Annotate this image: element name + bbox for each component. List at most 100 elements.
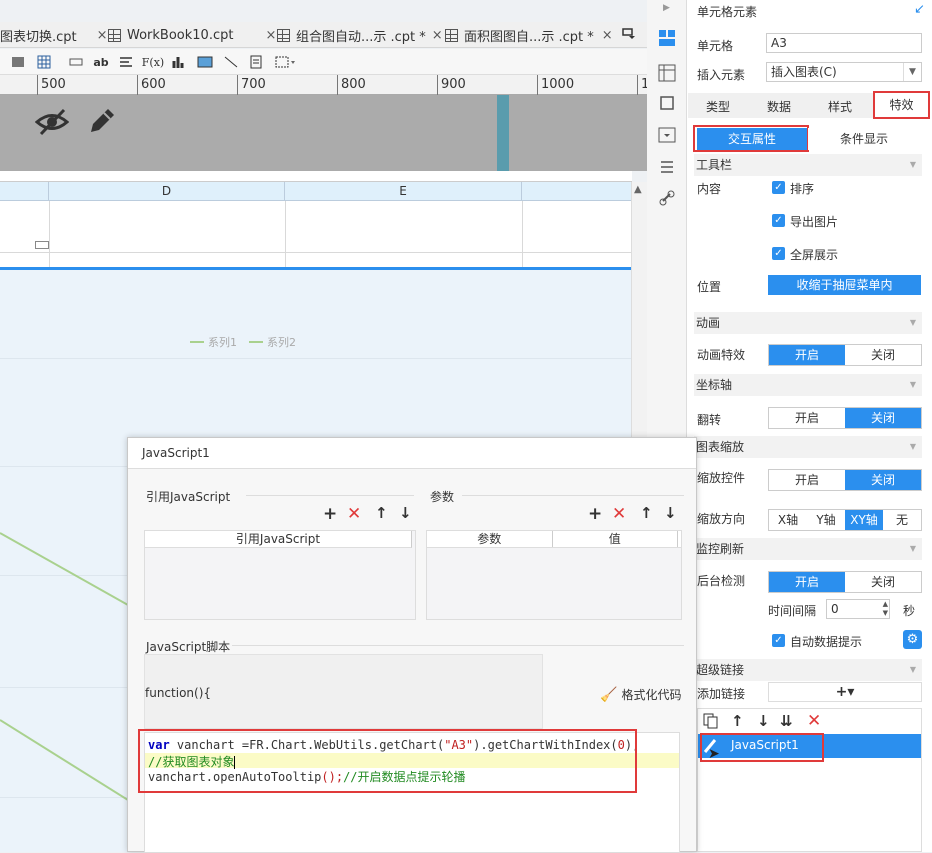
interval-field[interactable]: 0 ▲ ▼	[826, 599, 890, 619]
toggle-on[interactable]: 开启	[769, 470, 845, 490]
column-header-cell[interactable]	[522, 182, 632, 201]
move-up-icon[interactable]: ↑	[375, 504, 388, 522]
column-header-e[interactable]: E	[285, 182, 522, 201]
column-header: D E	[0, 182, 632, 201]
move-down-icon[interactable]: ↓	[757, 712, 770, 730]
copy-icon[interactable]	[703, 713, 719, 732]
add-link-button[interactable]: +▾	[768, 682, 922, 702]
doc-icon[interactable]	[249, 54, 263, 70]
link-icon[interactable]	[658, 189, 676, 210]
grid-line	[0, 252, 632, 253]
text-icon[interactable]: ab	[93, 54, 109, 70]
checkbox-fullscreen[interactable]: ✓	[772, 247, 785, 260]
formula-icon[interactable]: F(x)	[142, 54, 164, 70]
stepper-icon[interactable]: ▲ ▼	[883, 600, 888, 618]
delete-icon[interactable]: ✕	[807, 711, 821, 731]
close-icon[interactable]: ×	[602, 28, 613, 43]
section-hyperlink[interactable]: 超级链接 ▼	[694, 659, 922, 681]
section-label: 动画	[696, 316, 721, 330]
collapse-icon[interactable]: ▼	[910, 154, 916, 176]
insert-label: 插入元素	[697, 68, 746, 82]
section-axis[interactable]: 坐标轴 ▼	[694, 374, 922, 396]
add-icon[interactable]: +	[323, 504, 337, 524]
toggle-on[interactable]: 开启	[769, 572, 845, 592]
border-icon[interactable]	[10, 54, 26, 70]
align-icon[interactable]	[118, 54, 134, 70]
tab-workbook10[interactable]: WorkBook10.cpt ×	[108, 22, 276, 48]
checkbox-auto-tip[interactable]: ✓	[772, 634, 785, 647]
add-icon[interactable]: +	[588, 504, 602, 524]
tab-area-chart[interactable]: 面积图图自...示 .cpt * ×	[445, 22, 613, 48]
sort-icon[interactable]: ⇊	[780, 712, 793, 730]
grid-icon[interactable]	[36, 54, 52, 70]
javascript-dialog: JavaScript1 引用JavaScript 参数 + ✕ ↑ ↓ + ✕ …	[127, 437, 697, 853]
toggle-off[interactable]: 关闭	[845, 408, 921, 428]
format-code-button[interactable]: 🧹 格式化代码	[600, 686, 681, 703]
checkbox-label: 排序	[790, 182, 815, 196]
tab-menu-icon[interactable]	[622, 28, 636, 40]
toggle-off[interactable]: 关闭	[845, 345, 921, 365]
widget-icon[interactable]	[658, 126, 676, 147]
toggle-on[interactable]: 开启	[769, 345, 845, 365]
zoom-dir-xy[interactable]: XY轴	[845, 510, 883, 530]
tab-chart-switch[interactable]: 图表切换.cpt ×	[0, 22, 108, 48]
frame-dropdown-icon[interactable]	[274, 54, 298, 70]
tab-type[interactable]: 类型	[706, 98, 730, 115]
scroll-up-icon[interactable]: ▲	[634, 184, 642, 195]
close-icon[interactable]: ×	[265, 28, 276, 43]
textfield-icon[interactable]	[68, 54, 84, 70]
collapse-icon[interactable]: ▼	[910, 659, 916, 681]
column-header-cell[interactable]	[0, 182, 49, 201]
cell-attr-icon[interactable]	[658, 64, 676, 85]
close-icon[interactable]: ×	[97, 28, 108, 43]
collapse-icon[interactable]: ▼	[910, 538, 916, 560]
tab-data[interactable]: 数据	[767, 98, 791, 115]
frame-icon[interactable]	[658, 94, 676, 115]
collapse-icon[interactable]: ▼	[910, 374, 916, 396]
section-toolbar[interactable]: 工具栏 ▼	[694, 154, 922, 176]
pin-arrow-icon[interactable]: ↙	[914, 2, 925, 17]
section-monitor[interactable]: 监控刷新 ▼	[694, 538, 922, 560]
checkbox-sort[interactable]: ✓	[772, 181, 785, 194]
content-label: 内容	[697, 182, 722, 196]
collapse-arrow-icon[interactable]: ▶	[663, 3, 670, 13]
cell-field[interactable]: A3	[766, 33, 922, 53]
insert-select[interactable]: 插入图表(C) ▼	[766, 62, 922, 82]
subtab-condition[interactable]: 条件显示	[808, 128, 920, 150]
zoom-dir-none[interactable]: 无	[883, 510, 921, 530]
image-icon[interactable]	[196, 54, 214, 70]
zoom-dir-y[interactable]: Y轴	[807, 510, 845, 530]
zoom-dir-x[interactable]: X轴	[769, 510, 807, 530]
move-up-icon[interactable]: ↑	[640, 504, 653, 522]
pencil-icon[interactable]	[86, 105, 118, 137]
list-icon[interactable]	[658, 158, 676, 179]
chevron-down-icon[interactable]: ▼	[903, 63, 921, 81]
position-select[interactable]: 收缩于抽屉菜单内	[768, 275, 921, 295]
tab-style[interactable]: 样式	[828, 98, 852, 115]
toggle-off[interactable]: 关闭	[845, 572, 921, 592]
collapse-icon[interactable]: ▼	[910, 436, 916, 458]
slash-icon[interactable]	[222, 54, 240, 70]
column-header-d[interactable]: D	[49, 182, 285, 201]
hidden-eye-icon[interactable]	[34, 107, 70, 137]
gear-icon[interactable]: ⚙	[903, 630, 922, 649]
interval-value: 0	[831, 602, 839, 616]
section-zoom[interactable]: 图表缩放 ▼	[694, 436, 922, 458]
delete-icon[interactable]: ✕	[347, 504, 361, 524]
toggle-on[interactable]: 开启	[769, 408, 845, 428]
checkbox-export[interactable]: ✓	[772, 214, 785, 227]
param-table[interactable]: 参数 值	[426, 530, 682, 620]
collapse-icon[interactable]: ▼	[910, 312, 916, 334]
zoom-control-toggle: 开启 关闭	[768, 469, 922, 491]
bar-chart-icon[interactable]	[171, 54, 187, 70]
tab-combo-chart[interactable]: 组合图自动...示 .cpt * ×	[277, 22, 443, 48]
ref-js-table[interactable]: 引用JavaScript	[144, 530, 416, 620]
close-icon[interactable]: ×	[432, 28, 443, 43]
move-down-icon[interactable]: ↓	[664, 504, 677, 522]
section-animation[interactable]: 动画 ▼	[694, 312, 922, 334]
cell-element-icon[interactable]	[658, 29, 676, 50]
delete-icon[interactable]: ✕	[612, 504, 626, 524]
move-down-icon[interactable]: ↓	[399, 504, 412, 522]
toggle-off[interactable]: 关闭	[845, 470, 921, 490]
move-up-icon[interactable]: ↑	[731, 712, 744, 730]
